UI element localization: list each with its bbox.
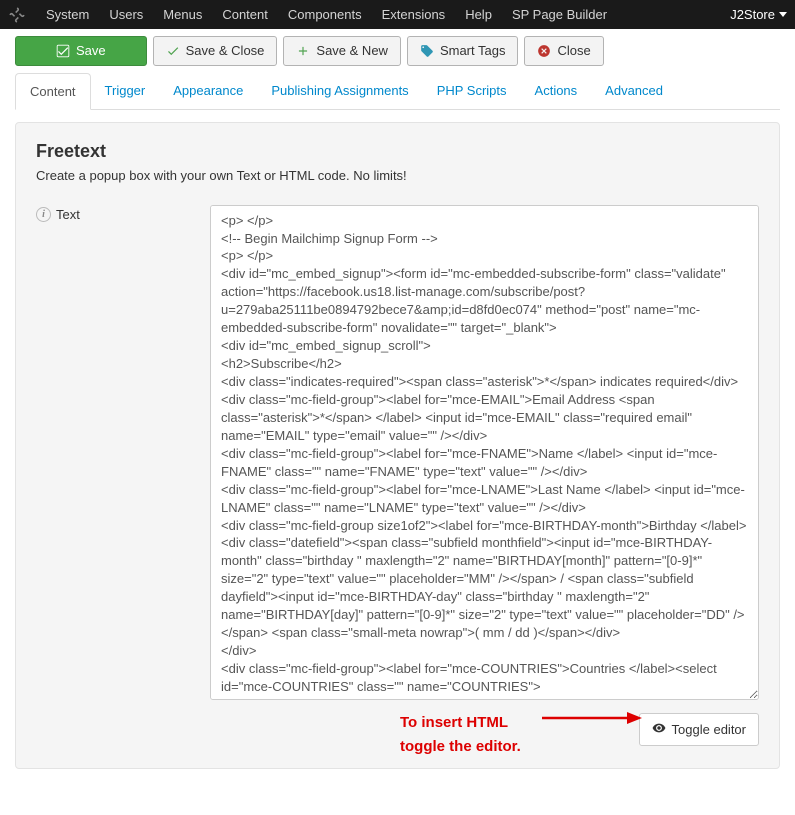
tab-content[interactable]: Content [15, 73, 91, 110]
tab-advanced[interactable]: Advanced [591, 73, 677, 109]
close-label: Close [557, 43, 590, 59]
tag-icon [420, 44, 434, 58]
tab-actions[interactable]: Actions [521, 73, 592, 109]
tab-php-scripts[interactable]: PHP Scripts [423, 73, 521, 109]
panel-description: Create a popup box with your own Text or… [36, 168, 759, 183]
callout-line1: To insert HTML [400, 711, 521, 735]
editor-wrap: To insert HTML toggle the editor. Toggle… [210, 205, 759, 746]
admin-topbar: System Users Menus Content Components Ex… [0, 0, 795, 29]
tab-list: Content Trigger Appearance Publishing As… [15, 73, 780, 110]
menu-components[interactable]: Components [278, 7, 372, 22]
menu-help[interactable]: Help [455, 7, 502, 22]
menu-menus[interactable]: Menus [153, 7, 212, 22]
save-label: Save [76, 43, 106, 59]
editor-footer: To insert HTML toggle the editor. Toggle… [210, 713, 759, 746]
apply-icon [56, 44, 70, 58]
toggle-editor-button[interactable]: Toggle editor [639, 713, 759, 746]
text-field-label-wrap: i Text [36, 205, 196, 746]
text-field-row: i Text To insert HTML toggle the editor. [36, 205, 759, 746]
action-toolbar: Save Save & Close Save & New Smart Tags … [0, 29, 795, 73]
save-close-button[interactable]: Save & Close [153, 36, 278, 66]
brand-label: J2Store [730, 7, 775, 22]
menu-system[interactable]: System [36, 7, 99, 22]
close-button[interactable]: Close [524, 36, 603, 66]
cancel-icon [537, 44, 551, 58]
text-field-label: Text [56, 207, 80, 222]
plus-icon [296, 44, 310, 58]
check-icon [166, 44, 180, 58]
toggle-editor-label: Toggle editor [672, 722, 746, 737]
callout-annotation: To insert HTML toggle the editor. [400, 711, 521, 759]
html-code-editor[interactable] [210, 205, 759, 700]
menu-sp-page-builder[interactable]: SP Page Builder [502, 7, 617, 22]
tab-appearance[interactable]: Appearance [159, 73, 257, 109]
callout-line2: toggle the editor. [400, 735, 521, 759]
tab-trigger[interactable]: Trigger [91, 73, 160, 109]
save-button[interactable]: Save [15, 36, 147, 66]
menu-content[interactable]: Content [212, 7, 278, 22]
brand-dropdown[interactable]: J2Store [730, 7, 787, 22]
content-area: Freetext Create a popup box with your ow… [0, 110, 795, 789]
caret-down-icon [779, 12, 787, 17]
save-close-label: Save & Close [186, 43, 265, 59]
save-new-button[interactable]: Save & New [283, 36, 401, 66]
smart-tags-button[interactable]: Smart Tags [407, 36, 519, 66]
smart-tags-label: Smart Tags [440, 43, 506, 59]
joomla-icon[interactable] [8, 6, 26, 24]
save-new-label: Save & New [316, 43, 388, 59]
info-icon[interactable]: i [36, 207, 51, 222]
eye-icon [652, 721, 666, 738]
tabs-container: Content Trigger Appearance Publishing As… [0, 73, 795, 110]
freetext-panel: Freetext Create a popup box with your ow… [15, 122, 780, 769]
panel-title: Freetext [36, 141, 759, 162]
menu-users[interactable]: Users [99, 7, 153, 22]
tab-publishing-assignments[interactable]: Publishing Assignments [257, 73, 422, 109]
menu-extensions[interactable]: Extensions [372, 7, 456, 22]
arrow-icon [542, 708, 642, 728]
